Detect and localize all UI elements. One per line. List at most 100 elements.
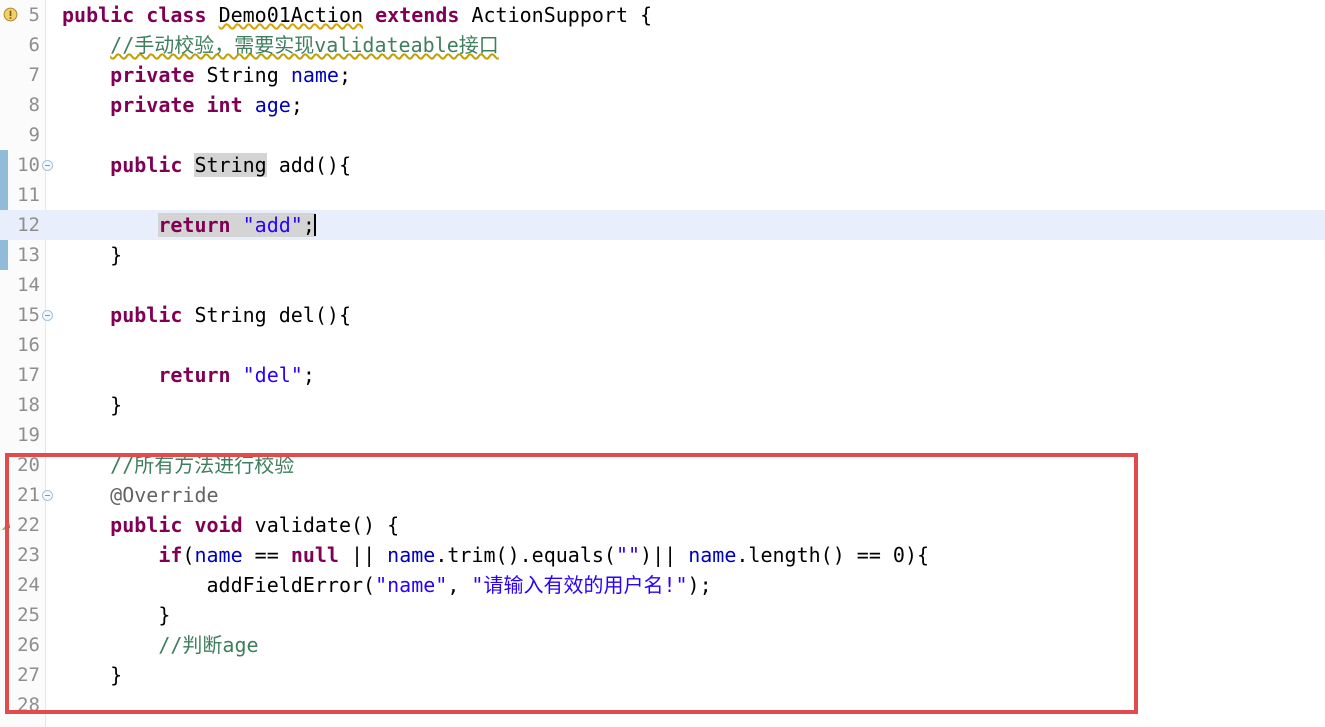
code-token: ActionSupport — [471, 3, 628, 27]
code-text[interactable]: if(name == null || name.trim().equals(""… — [62, 540, 929, 570]
code-token: { — [628, 3, 653, 27]
code-token: if — [158, 543, 183, 567]
code-token: name — [387, 543, 436, 567]
code-token: "" — [615, 543, 641, 567]
code-token: //判断age — [158, 633, 259, 657]
code-token — [230, 213, 243, 237]
code-text[interactable]: addFieldError("name", "请输入有效的用户名!"); — [62, 570, 712, 600]
code-text[interactable]: } — [62, 600, 170, 630]
code-line-11[interactable]: 11 — [0, 180, 1325, 210]
code-text[interactable]: public void validate() { — [62, 510, 399, 540]
code-token: name — [688, 543, 737, 567]
code-token: addFieldError( — [206, 573, 376, 597]
code-token: ; — [290, 93, 303, 117]
code-token: @Override — [110, 483, 219, 507]
code-line-5[interactable]: 5 public class Demo01Action extends Actio… — [0, 0, 1325, 30]
code-token: "请输入有效的用户名!" — [471, 573, 688, 597]
code-token: )|| — [640, 543, 689, 567]
line-number: 13 — [17, 244, 40, 266]
code-line-28[interactable]: 28 — [0, 690, 1325, 720]
code-text[interactable]: } — [62, 240, 122, 270]
code-token: ; — [338, 63, 352, 87]
code-line-20[interactable]: 20 //所有方法进行校验 — [0, 450, 1325, 480]
text-cursor — [313, 214, 316, 236]
code-token: name — [290, 63, 339, 87]
code-text[interactable]: public String add(){ — [62, 150, 351, 180]
code-token: extends — [375, 3, 460, 27]
code-text[interactable]: public String del(){ — [62, 300, 351, 330]
code-line-9[interactable]: 9 — [0, 120, 1325, 150]
code-line-25[interactable]: 25 } — [0, 600, 1325, 630]
code-line-10[interactable]: 10 public String add(){ — [0, 150, 1325, 180]
code-line-14[interactable]: 14 — [0, 270, 1325, 300]
code-line-27[interactable]: 27 } — [0, 660, 1325, 690]
code-line-7[interactable]: 7 private String name; — [0, 60, 1325, 90]
code-text[interactable]: //判断age — [62, 630, 259, 660]
code-token: ( — [182, 543, 195, 567]
fold-collapse-icon[interactable] — [42, 160, 53, 171]
code-text[interactable]: } — [62, 660, 122, 690]
code-token: } — [110, 393, 123, 417]
code-line-6[interactable]: 6 //手动校验，需要实现validateable接口 — [0, 30, 1325, 60]
line-number: 6 — [28, 34, 40, 56]
line-number: 21 — [17, 484, 40, 506]
code-editor[interactable]: 5 public class Demo01Action extends Actio… — [0, 0, 1325, 727]
code-line-12[interactable]: 12 return "add"; — [0, 210, 1325, 240]
code-token: return — [158, 213, 231, 237]
code-token: , — [447, 573, 472, 597]
line-number: 24 — [17, 574, 40, 596]
line-number: 9 — [28, 124, 40, 146]
code-text[interactable]: //所有方法进行校验 — [62, 450, 294, 480]
fold-collapse-icon[interactable] — [42, 490, 53, 501]
code-text[interactable]: //手动校验，需要实现validateable接口 — [62, 30, 499, 60]
code-token: null — [290, 543, 339, 567]
code-line-24[interactable]: 24 addFieldError("name", "请输入有效的用户名!"); — [0, 570, 1325, 600]
code-line-17[interactable]: 17 return "del"; — [0, 360, 1325, 390]
code-text[interactable]: return "del"; — [62, 360, 315, 390]
code-line-13[interactable]: 13 } — [0, 240, 1325, 270]
fold-collapse-icon[interactable] — [42, 310, 53, 321]
line-number: 11 — [17, 184, 40, 206]
code-token: void — [194, 513, 243, 537]
override-method-icon — [2, 522, 10, 530]
line-number: 17 — [17, 364, 40, 386]
code-text[interactable]: private String name; — [62, 60, 351, 90]
line-number: 23 — [17, 544, 40, 566]
code-line-26[interactable]: 26 //判断age — [0, 630, 1325, 660]
code-token: .length() == 0){ — [736, 543, 930, 567]
line-number: 20 — [17, 454, 40, 476]
code-token: return — [158, 363, 231, 387]
code-token: //手动校验，需要实现validateable接口 — [110, 33, 499, 57]
line-number: 25 — [17, 604, 40, 626]
code-token: || — [338, 543, 388, 567]
line-number: 16 — [17, 334, 40, 356]
code-token: } — [110, 243, 123, 267]
code-line-8[interactable]: 8 private int age; — [0, 90, 1325, 120]
code-token: "name" — [375, 573, 448, 597]
code-text[interactable]: } — [62, 390, 122, 420]
line-number: 7 — [28, 64, 40, 86]
line-number: 14 — [17, 274, 40, 296]
code-text[interactable]: private int age; — [62, 90, 303, 120]
code-token: "add" — [242, 213, 303, 237]
code-text[interactable]: return "add"; — [62, 210, 316, 240]
line-number: 15 — [17, 304, 40, 326]
code-line-15[interactable]: 15 public String del(){ — [0, 300, 1325, 330]
code-text[interactable]: @Override — [62, 480, 219, 510]
code-line-16[interactable]: 16 — [0, 330, 1325, 360]
code-line-23[interactable]: 23 if(name == null || name.trim().equals… — [0, 540, 1325, 570]
code-text[interactable]: public class Demo01Action extends Action… — [62, 0, 652, 30]
code-token: private — [110, 93, 195, 117]
code-line-21[interactable]: 21 @Override — [0, 480, 1325, 510]
code-line-22[interactable]: 22 public void validate() { — [0, 510, 1325, 540]
code-line-18[interactable]: 18 } — [0, 390, 1325, 420]
code-token: == — [242, 543, 291, 567]
code-line-19[interactable]: 19 — [0, 420, 1325, 450]
code-token: int — [206, 93, 243, 117]
